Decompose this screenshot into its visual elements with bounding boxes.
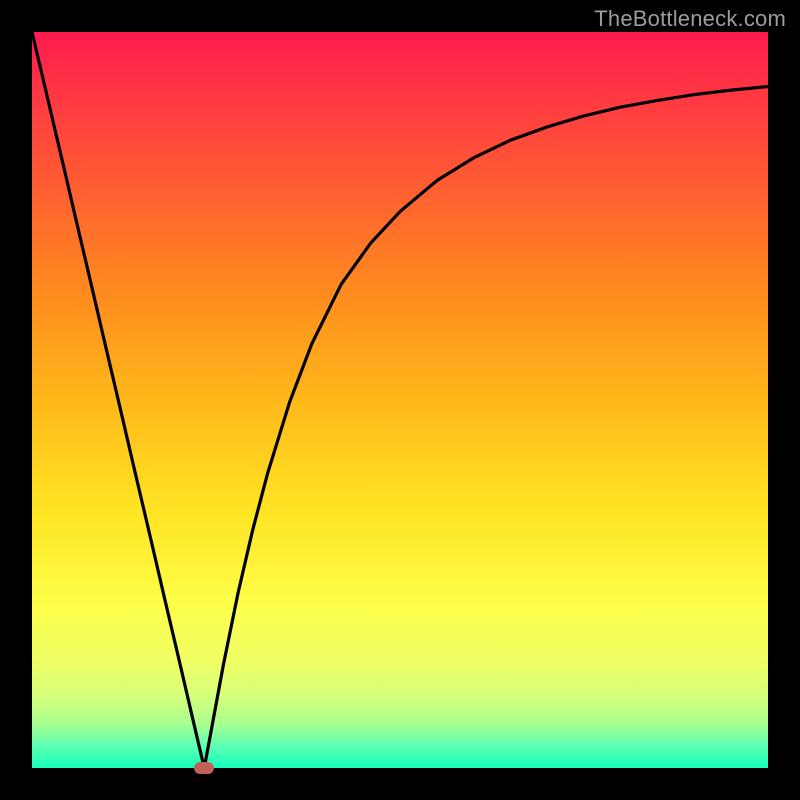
minimum-marker [194, 762, 214, 774]
watermark-text: TheBottleneck.com [594, 6, 786, 32]
chart-frame: TheBottleneck.com [0, 0, 800, 800]
curve-svg [32, 32, 768, 768]
bottleneck-curve [32, 32, 768, 768]
plot-area [32, 32, 768, 768]
